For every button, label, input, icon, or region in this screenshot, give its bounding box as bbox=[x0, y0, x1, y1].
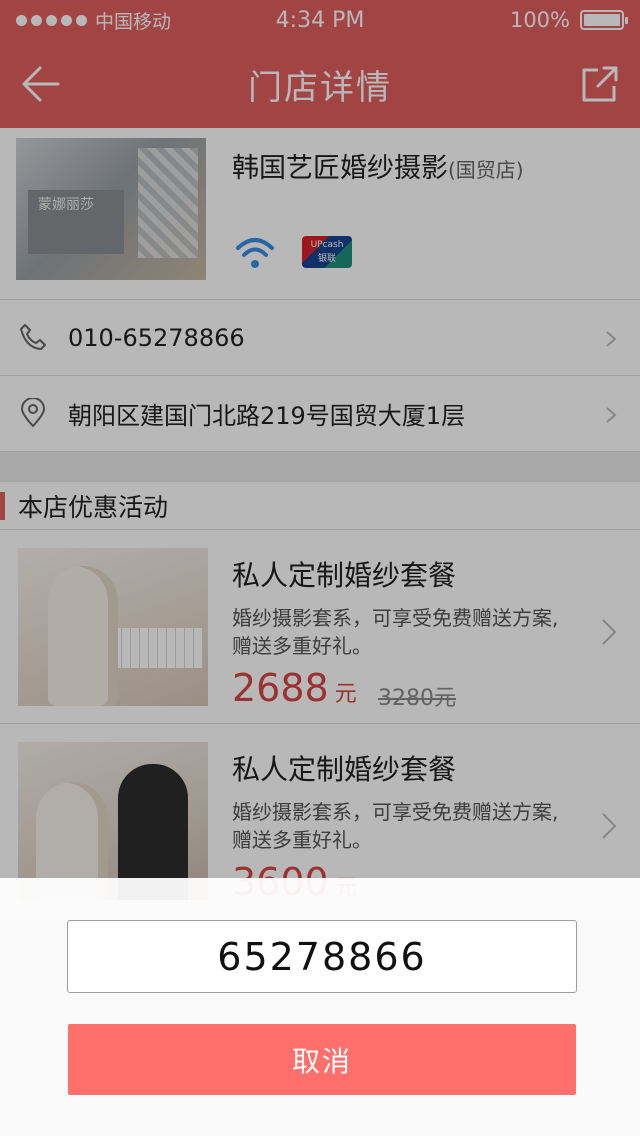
call-action-sheet: 65278866 取消 bbox=[0, 878, 640, 1136]
call-number-button[interactable]: 65278866 bbox=[67, 920, 577, 993]
cancel-button[interactable]: 取消 bbox=[68, 1024, 576, 1095]
